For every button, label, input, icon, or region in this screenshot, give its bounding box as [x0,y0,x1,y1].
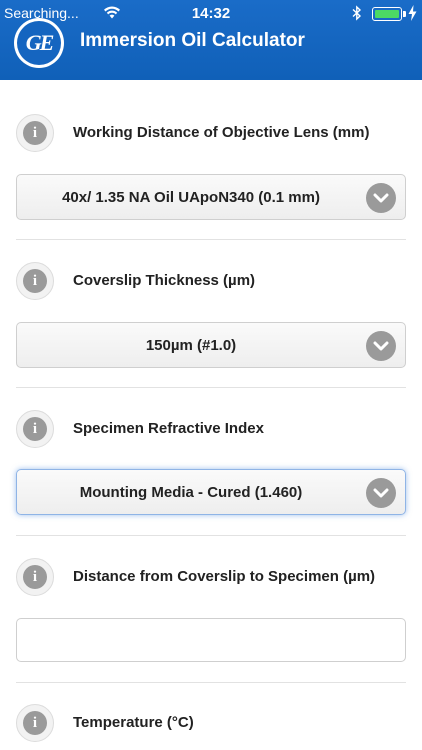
ge-logo: GE [14,18,64,68]
section-specimen-refractive-index: i Specimen Refractive Index [16,410,406,448]
divider [16,535,406,536]
divider [16,682,406,683]
battery-icon [372,7,402,21]
chevron-down-icon [366,478,396,508]
section-coverslip-thickness: i Coverslip Thickness (µm) [16,262,406,300]
status-bar: Searching... 14:32 [0,0,422,26]
bluetooth-icon [352,5,362,24]
select-value: Mounting Media - Cured (1.460) [79,484,303,501]
coverslip-thickness-select[interactable]: 150µm (#1.0) [16,322,406,368]
info-icon[interactable]: i [16,558,54,596]
section-label: Working Distance of Objective Lens (mm) [73,124,370,141]
charging-icon [408,5,417,24]
chevron-down-icon [366,331,396,361]
coverslip-distance-input[interactable] [16,618,406,662]
section-coverslip-distance: i Distance from Coverslip to Specimen (µ… [16,558,406,596]
chevron-down-icon [366,183,396,213]
info-icon[interactable]: i [16,410,54,448]
section-temperature: i Temperature (°C) [16,704,406,742]
info-icon[interactable]: i [16,704,54,742]
refractive-index-select[interactable]: Mounting Media - Cured (1.460) [16,469,406,515]
ge-logo-mark: GE [17,21,61,65]
app-header: Searching... 14:32 GE Immersion Oil Calc… [0,0,422,80]
select-value: 150µm (#1.0) [145,337,237,354]
working-distance-select[interactable]: 40x/ 1.35 NA Oil UApoN340 (0.1 mm) [16,174,406,220]
page-title: Immersion Oil Calculator [80,30,305,51]
section-label: Distance from Coverslip to Specimen (µm) [73,568,376,585]
section-working-distance: i Working Distance of Objective Lens (mm… [16,114,406,152]
info-icon[interactable]: i [16,114,54,152]
select-value: 40x/ 1.35 NA Oil UApoN340 (0.1 mm) [62,189,320,206]
section-label: Specimen Refractive Index [73,420,264,437]
section-label: Temperature (°C) [73,714,194,731]
info-icon[interactable]: i [16,262,54,300]
divider [16,387,406,388]
section-label: Coverslip Thickness (µm) [73,272,256,289]
divider [16,239,406,240]
